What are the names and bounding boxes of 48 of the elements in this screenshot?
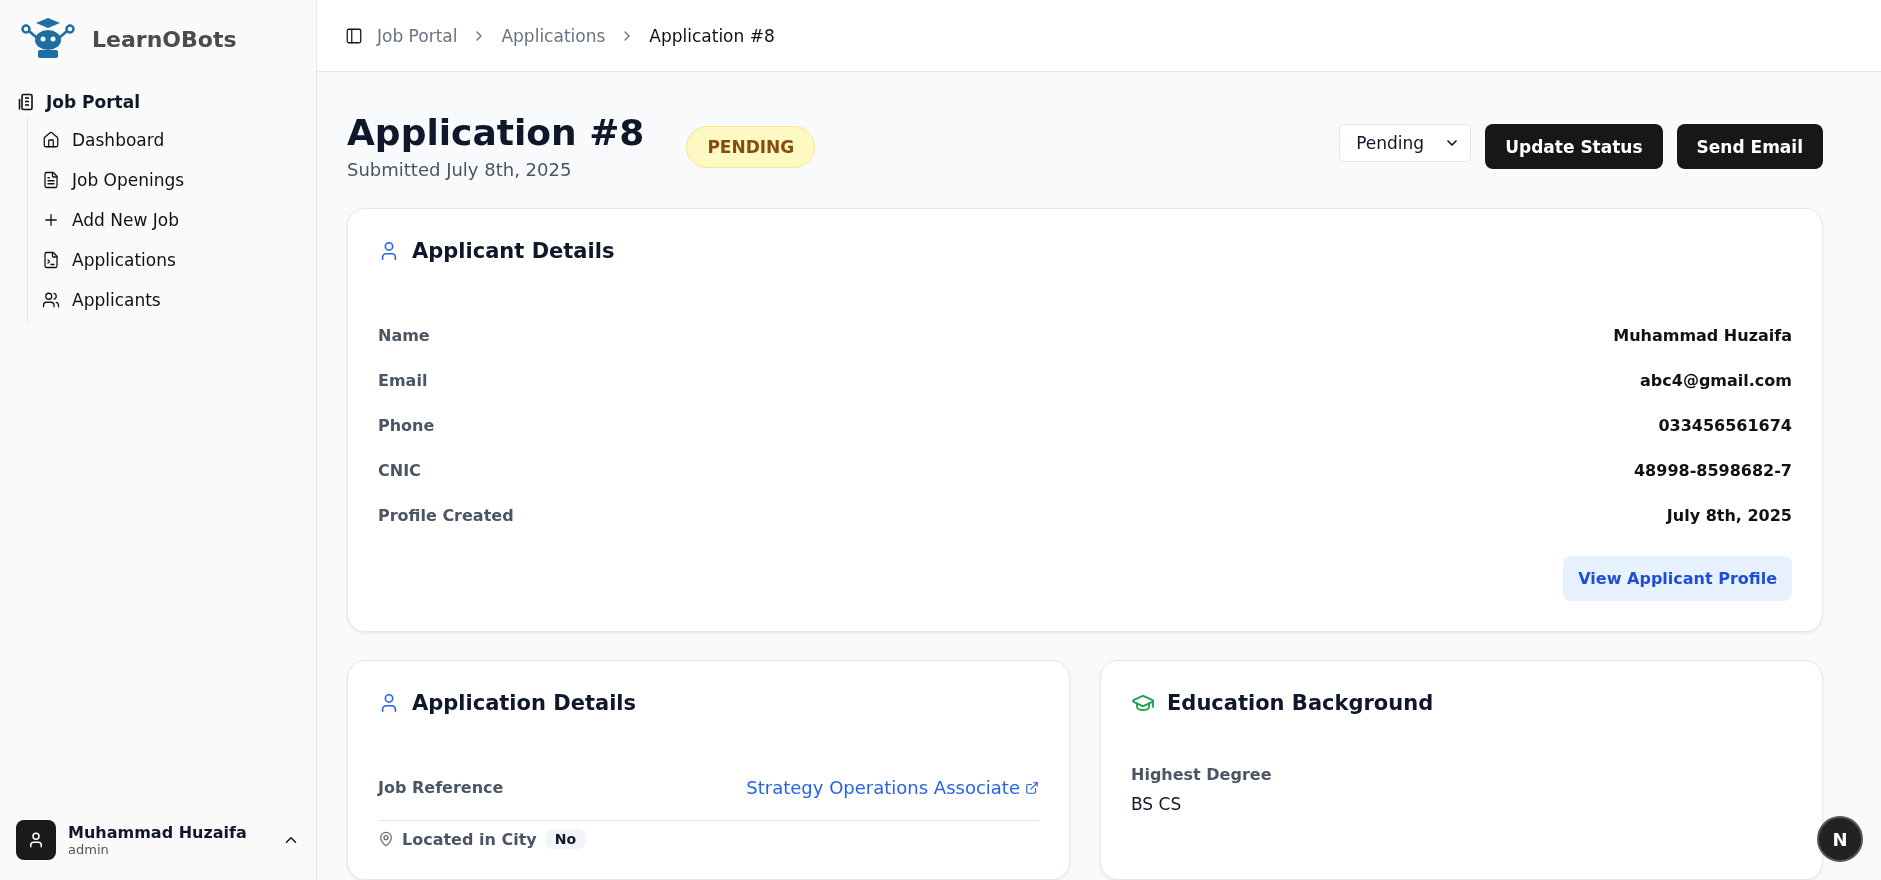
nav-item[interactable]: Add New Job: [42, 200, 316, 240]
document-icon: [42, 171, 60, 189]
sidebar-toggle-icon[interactable]: [345, 26, 363, 45]
building-icon: [18, 93, 36, 111]
field-value: BS CS: [1131, 794, 1183, 814]
field-label: Email: [378, 371, 428, 390]
user-name: Muhammad Huzaifa: [68, 823, 248, 842]
user-role: admin: [68, 842, 110, 857]
view-profile-button[interactable]: View Applicant Profile: [1563, 556, 1792, 601]
action-button[interactable]: Update Status: [1485, 124, 1663, 169]
terminal-file-icon: [42, 251, 60, 269]
map-pin-icon: [378, 831, 394, 847]
field-label: Phone: [378, 416, 435, 435]
nav-item[interactable]: Applications: [42, 240, 316, 280]
field-label: Highest Degree: [1131, 765, 1273, 784]
submitted-date: Submitted July 8th, 2025: [347, 159, 573, 180]
nav-item[interactable]: Applicants: [42, 280, 316, 320]
status-badge: PENDING: [686, 126, 816, 168]
nav-item[interactable]: Dashboard: [42, 120, 316, 160]
action-button[interactable]: Send Email: [1676, 124, 1823, 169]
page-title: Application #8: [347, 112, 645, 153]
plus-icon: [42, 211, 60, 229]
breadcrumb-link[interactable]: Job Portal: [377, 25, 458, 46]
external-link-icon: [1025, 780, 1039, 795]
status-select[interactable]: Pending: [1339, 124, 1472, 162]
field-value: July 8th, 2025: [1666, 506, 1792, 525]
card-title: Application Details: [412, 691, 637, 715]
field-label: Name: [378, 326, 430, 345]
answer-tag: No: [544, 829, 587, 849]
nav-group-label: Job Portal: [46, 92, 141, 112]
field-value: 033456561674: [1658, 416, 1792, 435]
field-label: Located in City: [402, 829, 537, 849]
card-title: Education Background: [1167, 691, 1434, 715]
field-value: Muhammad Huzaifa: [1613, 326, 1792, 345]
user-icon: [27, 831, 45, 849]
field-label: Profile Created: [378, 506, 514, 525]
field-value: 48998-8598682-7: [1634, 461, 1792, 480]
brand-name: LearnOBots: [92, 26, 237, 52]
field-value: abc4@gmail.com: [1640, 371, 1792, 390]
breadcrumb-link[interactable]: Applications: [501, 25, 606, 46]
users-icon: [42, 291, 60, 309]
house-icon: [42, 131, 60, 149]
field-label: Job Reference: [378, 778, 504, 797]
breadcrumb-link[interactable]: Application #8: [649, 25, 775, 46]
field-label: CNIC: [378, 461, 421, 480]
job-reference-link[interactable]: Strategy Operations Associate: [746, 777, 1039, 798]
nav-item[interactable]: Job Openings: [42, 160, 316, 200]
card-title: Applicant Details: [412, 239, 615, 263]
